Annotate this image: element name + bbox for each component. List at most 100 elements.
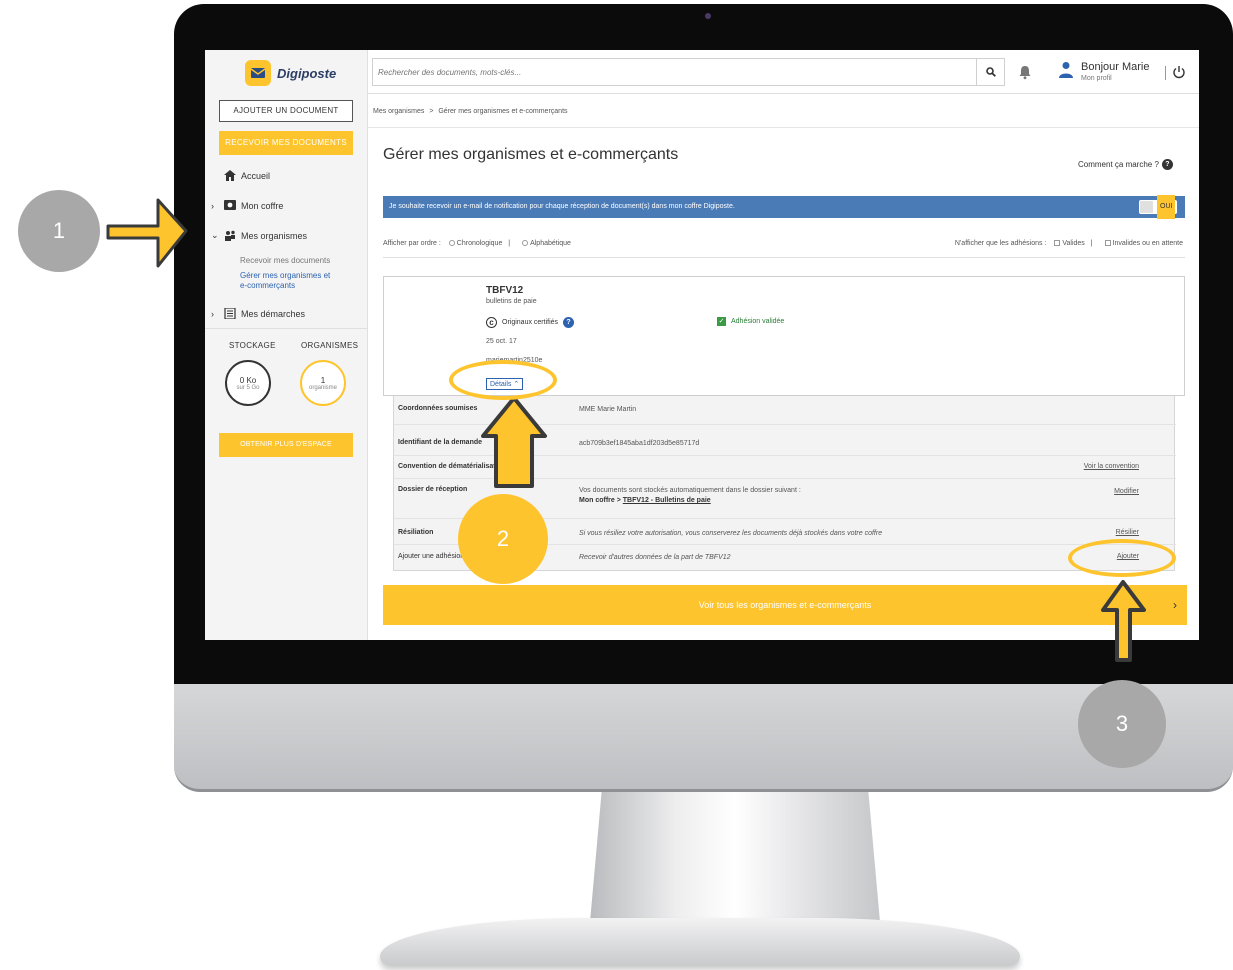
modify-folder-link[interactable]: Modifier — [1114, 488, 1139, 495]
see-all-label: Voir tous les organismes et e-commerçant… — [698, 600, 872, 610]
divider — [394, 424, 1176, 425]
sidebar-subitem-label: Gérer mes organismes et — [240, 271, 331, 280]
logo[interactable]: Digiposte — [245, 60, 336, 86]
checkbox-label: Valides — [1062, 240, 1085, 247]
divider — [1165, 66, 1166, 80]
request-value: acb709b3ef1845aba1df203d5e85717d — [579, 440, 700, 447]
divider — [394, 455, 1176, 456]
search-input[interactable] — [372, 58, 977, 86]
sidebar-subitem-receive[interactable]: Recevoir mes documents — [240, 256, 330, 266]
see-all-organizations-button[interactable]: Voir tous les organismes et e-commerçant… — [383, 585, 1187, 625]
logo-mark-icon — [245, 60, 271, 86]
add-document-button[interactable]: AJOUTER UN DOCUMENT — [219, 100, 353, 122]
help-link-label: Comment ça marche ? — [1078, 160, 1159, 169]
question-icon[interactable]: ? — [563, 317, 575, 328]
organization-subtitle: bulletins de paie — [486, 298, 537, 305]
coords-label: Coordonnées soumises — [398, 405, 478, 412]
separator: | — [1090, 240, 1093, 247]
radio-chronological[interactable] — [448, 240, 455, 247]
folder-path: Mon coffre > TBFV12 - Bulletins de paie — [579, 496, 801, 506]
app-screen: Digiposte AJOUTER UN DOCUMENT RECEVOIR M… — [205, 50, 1199, 640]
step-badge-2: 2 — [458, 494, 548, 584]
safe-icon — [224, 200, 236, 210]
show-label: N'afficher que les adhésions : — [954, 240, 1047, 247]
toggle-knob — [1140, 201, 1153, 213]
search-button[interactable] — [977, 58, 1005, 86]
folder-path-root: Mon coffre — [579, 497, 615, 504]
sidebar-subitem-manage[interactable]: Gérer mes organismes et e-commerçants — [240, 271, 330, 291]
sidebar-item-organizations[interactable]: ⌄ Mes organismes — [211, 230, 307, 241]
add-adhesion-label: Ajouter une adhésion — [398, 553, 465, 560]
camera-icon — [705, 13, 711, 19]
view-convention-link[interactable]: Voir la convention — [1084, 463, 1139, 470]
sidebar-item-home[interactable]: Accueil — [211, 170, 270, 181]
sidebar-item-procedures[interactable]: › Mes démarches — [211, 308, 305, 319]
breadcrumb-current: Gérer mes organismes et e-commerçants — [438, 108, 568, 115]
divider — [394, 478, 1176, 479]
sidebar-item-label: Accueil — [241, 170, 271, 181]
sidebar-item-label: Mes organismes — [241, 230, 308, 241]
notification-toggle[interactable]: OUI — [1139, 195, 1177, 219]
greeting: Bonjour Marie — [1081, 61, 1150, 73]
bell-icon[interactable] — [1018, 64, 1032, 80]
organizations-gauge: 1 organisme — [300, 360, 346, 406]
checkbox-valid[interactable] — [1054, 240, 1061, 247]
storage-label: STOCKAGE — [229, 341, 276, 350]
storage-value: 0 Ko — [239, 375, 257, 385]
organizations-unit: organisme — [308, 384, 337, 391]
sidebar-item-safe[interactable]: › Mon coffre — [211, 200, 283, 211]
page-title: Gérer mes organismes et e-commerçants — [383, 146, 679, 163]
monitor-chin — [174, 684, 1233, 792]
breadcrumb: Mes organismes > Gérer mes organismes et… — [373, 108, 568, 115]
terminate-link[interactable]: Résilier — [1116, 529, 1139, 536]
receive-documents-button[interactable]: RECEVOIR MES DOCUMENTS — [219, 131, 353, 155]
breadcrumb-separator: > — [429, 108, 434, 115]
chevron-down-icon: ⌄ — [211, 230, 219, 240]
folder-description: Vos documents sont stockés automatiqueme… — [579, 486, 801, 506]
termination-text: Si vous résiliez votre autorisation, vou… — [579, 530, 883, 537]
termination-label: Résiliation — [398, 529, 434, 536]
chevron-right-icon: › — [211, 200, 214, 211]
breadcrumb-parent[interactable]: Mes organismes — [373, 108, 424, 115]
divider — [383, 257, 1185, 258]
step-badge-1: 1 — [18, 190, 100, 272]
order-label: Afficher par ordre : — [383, 240, 441, 247]
checkbox-invalid[interactable] — [1104, 240, 1111, 247]
checkmark-icon: ✓ — [717, 317, 726, 326]
procedures-icon — [224, 308, 236, 319]
radio-alphabetical[interactable] — [522, 240, 529, 247]
sidebar-item-label: Mes démarches — [241, 308, 306, 319]
certified-badge: c Originaux certifiés ? — [486, 317, 575, 328]
notification-text: Je souhaite recevoir un e-mail de notifi… — [389, 203, 735, 210]
notification-banner: Je souhaite recevoir un e-mail de notifi… — [383, 195, 1185, 219]
folder-path-link[interactable]: TBFV12 - Bulletins de paie — [623, 497, 711, 504]
status-badge: ✓ Adhésion validée — [717, 317, 784, 326]
question-icon: ? — [1161, 159, 1173, 170]
storage-total: sur 5 Go — [236, 384, 260, 391]
highlight-details — [449, 360, 557, 400]
request-label: Identifiant de la demande — [398, 439, 483, 446]
radio-label: Chronologique — [456, 240, 503, 247]
add-adhesion-text: Recevoir d'autres données de la part de … — [579, 554, 731, 561]
adhesion-filter: N'afficher que les adhésions : Valides |… — [955, 240, 1183, 247]
certified-label: Originaux certifiés — [502, 319, 559, 326]
filter-row: Afficher par ordre : Chronologique | Alp… — [383, 240, 1185, 254]
profile-link[interactable]: Mon profil — [1081, 75, 1112, 82]
radio-label: Alphabétique — [530, 240, 571, 247]
power-icon[interactable] — [1172, 65, 1186, 79]
storage-gauge: 0 Ko sur 5 Go — [225, 360, 271, 406]
coords-value: MME Marie Martin — [579, 406, 637, 413]
toggle-label: OUI — [1157, 195, 1176, 219]
home-icon — [224, 170, 236, 181]
divider — [368, 127, 1199, 128]
convention-label: Convention de dématérialisation — [398, 463, 507, 470]
help-link[interactable]: Comment ça marche ? ? — [1078, 159, 1173, 170]
search-icon — [985, 67, 996, 77]
header: Bonjour Marie Mon profil — [368, 50, 1199, 94]
get-more-space-button[interactable]: OBTENIR PLUS D'ESPACE — [219, 433, 353, 457]
user-avatar-icon[interactable] — [1058, 61, 1074, 79]
monitor-stand-neck — [590, 792, 880, 922]
organizations-count: 1 — [320, 375, 326, 385]
logo-text: Digiposte — [277, 65, 337, 81]
monitor-stand-foot — [380, 918, 1020, 966]
